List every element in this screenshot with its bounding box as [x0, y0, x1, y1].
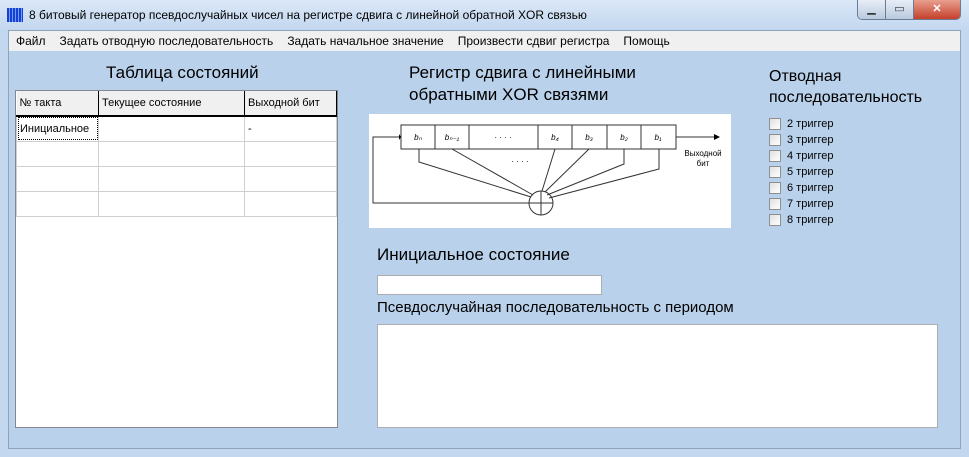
menu-bar: Файл Задать отводную последовательность …: [9, 31, 960, 51]
taps-title-2: последовательность: [769, 89, 923, 106]
diagram-title-1: Регистр сдвига с линейными: [409, 63, 636, 82]
checkbox-label: 3 триггер: [787, 134, 834, 146]
diagram-title-2: обратными XOR связями: [409, 85, 609, 104]
minimize-button[interactable]: ▁: [858, 0, 886, 19]
checkbox-trigger-5[interactable]: 5 триггер: [769, 164, 834, 180]
taps-checkbox-group: 2 триггер 3 триггер 4 триггер 5 триггер …: [769, 116, 834, 228]
initial-state-input[interactable]: [377, 275, 602, 295]
col-header-step[interactable]: № такта: [16, 91, 99, 117]
checkbox-label: 2 триггер: [787, 118, 834, 130]
cell[interactable]: -: [244, 115, 337, 142]
output-label-2: бит: [697, 159, 710, 168]
cell[interactable]: [98, 190, 245, 217]
cell-dots: · · · ·: [494, 133, 511, 142]
cell-b3: b₃: [585, 133, 593, 142]
checkbox-label: 7 триггер: [787, 198, 834, 210]
cell[interactable]: [16, 140, 99, 167]
cell[interactable]: Инициальное: [16, 115, 99, 142]
checkbox-trigger-6[interactable]: 6 триггер: [769, 180, 834, 196]
menu-set-taps[interactable]: Задать отводную последовательность: [53, 31, 281, 51]
checkbox-trigger-8[interactable]: 8 триггер: [769, 212, 834, 228]
state-table[interactable]: № такта Текущее состояние Выходной бит Ини…: [15, 90, 338, 428]
lfsr-diagram: bₙ bₙ₋₁ · · · · b₄ b₃ b₂ b₁ · · · · Выхо…: [369, 114, 731, 228]
cell-b1: b₁: [655, 133, 662, 142]
taps-title-1: Отводная: [769, 68, 842, 85]
client-area: Файл Задать отводную последовательность …: [8, 30, 961, 449]
maximize-button[interactable]: ▭: [886, 0, 914, 19]
menu-help[interactable]: Помощь: [616, 31, 676, 51]
checkbox-trigger-7[interactable]: 7 триггер: [769, 196, 834, 212]
cell[interactable]: [244, 190, 337, 217]
table-row[interactable]: [16, 165, 337, 192]
output-label-1: Выходной: [684, 149, 721, 158]
sequence-label: Псевдослучайная последовательность с пер…: [377, 299, 734, 316]
app-icon: [7, 8, 23, 22]
checkbox-label: 6 триггер: [787, 182, 834, 194]
cell[interactable]: [98, 115, 245, 142]
table-row[interactable]: [16, 190, 337, 217]
cell[interactable]: [98, 140, 245, 167]
sequence-output[interactable]: [377, 324, 938, 428]
cell[interactable]: [244, 140, 337, 167]
checkbox-label: 8 триггер: [787, 214, 834, 226]
table-row[interactable]: Инициальное -: [16, 115, 337, 142]
title-bar: 8 битовый генератор псевдослучайных чисе…: [0, 0, 969, 30]
col-header-state[interactable]: Текущее состояние: [98, 91, 245, 117]
checkbox-trigger-4[interactable]: 4 триггер: [769, 148, 834, 164]
menu-file[interactable]: Файл: [9, 31, 53, 51]
table-row[interactable]: [16, 140, 337, 167]
checkbox-trigger-2[interactable]: 2 триггер: [769, 116, 834, 132]
menu-set-initial[interactable]: Задать начальное значение: [280, 31, 450, 51]
menu-shift[interactable]: Произвести сдвиг регистра: [451, 31, 617, 51]
col-header-output[interactable]: Выходной бит: [244, 91, 337, 117]
window-title: 8 битовый генератор псевдослучайных чисе…: [29, 8, 587, 22]
cell[interactable]: [244, 165, 337, 192]
cell-bn-1: bₙ₋₁: [445, 133, 460, 142]
cell[interactable]: [16, 190, 99, 217]
cell-bn: bₙ: [414, 133, 422, 142]
cell-b4: b₄: [551, 133, 559, 142]
initial-state-label: Инициальное состояние: [377, 245, 570, 264]
cell-b2: b₂: [620, 133, 628, 142]
middle-dots: · · · ·: [511, 157, 528, 166]
checkbox-trigger-3[interactable]: 3 триггер: [769, 132, 834, 148]
cell[interactable]: [16, 165, 99, 192]
checkbox-label: 5 триггер: [787, 166, 834, 178]
table-title: Таблица состояний: [106, 63, 259, 82]
close-button[interactable]: ✕: [914, 0, 960, 19]
cell[interactable]: [98, 165, 245, 192]
checkbox-label: 4 триггер: [787, 150, 834, 162]
